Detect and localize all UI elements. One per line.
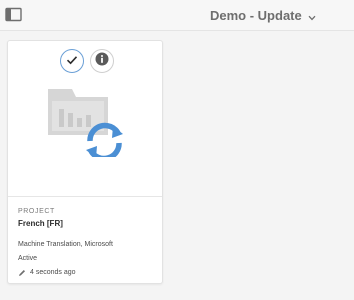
sidebar-toggle-icon[interactable]	[5, 7, 22, 22]
project-title-menu[interactable]: Demo - Update	[210, 6, 316, 24]
project-card[interactable]: PROJECT French [FR] Machine Translation,…	[7, 40, 163, 284]
card-status: Active	[18, 255, 38, 262]
card-details: PROJECT French [FR] Machine Translation,…	[18, 207, 158, 278]
info-icon	[95, 52, 109, 71]
card-modified: 4 seconds ago	[18, 268, 158, 278]
page-title: Demo - Update	[210, 7, 302, 23]
card-title[interactable]: French [FR]	[18, 218, 158, 230]
card-thumbnail[interactable]	[8, 41, 162, 197]
chevron-down-icon	[308, 9, 316, 24]
select-button[interactable]	[60, 49, 84, 73]
modified-time: 4 seconds ago	[30, 269, 76, 276]
top-bar: Demo - Update	[0, 0, 354, 31]
card-type: PROJECT	[18, 208, 55, 215]
card-description: Machine Translation, Microsoft	[18, 241, 113, 248]
translation-project-sync-icon	[46, 85, 126, 162]
checkmark-icon	[66, 52, 78, 70]
pencil-icon	[18, 269, 26, 277]
info-button[interactable]	[90, 49, 114, 73]
